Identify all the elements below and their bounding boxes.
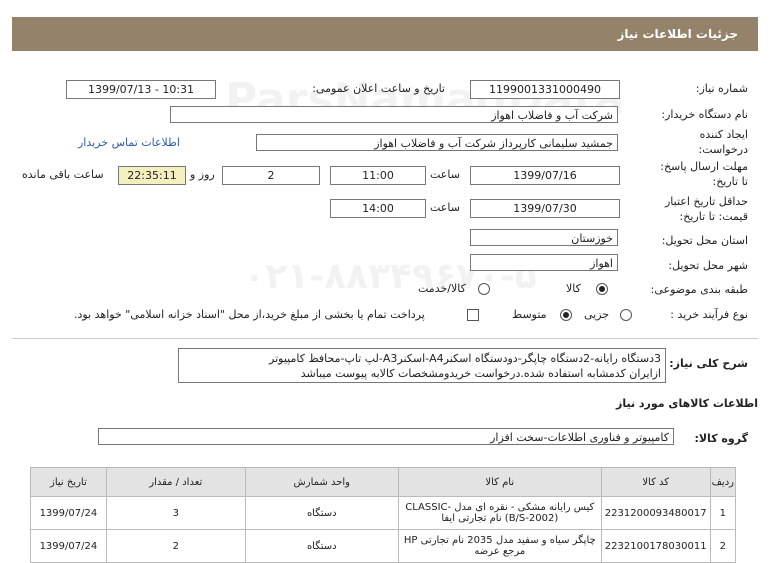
row-date: 1399/07/24 [30,529,107,563]
row-qty: 3 [105,496,246,530]
category-goods-service-label: کالا/خدمت [418,282,466,295]
goods-table-header: ردیف کد کالا نام کالا واحد شمارش تعداد /… [30,467,737,497]
remaining-label: ساعت باقی مانده [22,168,104,181]
treasury-payment-note: پرداخت تمام یا بخشی از مبلغ خرید،از محل … [74,308,425,321]
validity-time-field: 14:00 [330,199,426,218]
category-goods-service-radio[interactable] [478,283,490,295]
province-field: خوزستان [470,229,618,246]
row-date: 1399/07/24 [30,496,107,530]
deadline-date-field: 1399/07/16 [470,166,620,185]
description-label: شرح کلی نیاز: [669,357,748,370]
table-row: 1 2231200093480017 کیس رایانه مشکی - نقر… [30,496,737,530]
process-label: نوع فرآیند خرید : [670,308,748,321]
need-number-label: شماره نیاز: [695,82,748,95]
city-field: اهواز [470,254,618,271]
treasury-payment-checkbox[interactable] [467,309,479,321]
creator-field: جمشید سلیمانی کارپرداز شرکت آب و فاضلاب … [256,134,618,151]
buyer-contact-link[interactable]: اطلاعات تماس خریدار [78,136,180,149]
col-index: ردیف [709,467,737,497]
table-row: 2 2232100178030011 چاپگر سیاه و سفید مدل… [30,529,737,563]
goods-group-label: گروه کالا: [694,432,748,445]
description-box: 3دستگاه رایانه-2دستگاه چاپگر-دودستگاه اس… [178,348,666,383]
process-medium-label: متوسط [512,308,547,321]
goods-section-title: اطلاعات کالاهای مورد نیاز [616,397,758,410]
category-label: طبقه بندی موضوعی: [650,283,748,296]
days-remaining-field: 2 [222,166,320,185]
row-unit: دستگاه [244,496,399,530]
announce-datetime-label: تاریخ و ساعت اعلان عمومی: [312,82,445,95]
need-details-page: ParsNamadData ۰۲۱-۸۸۳۴۹۶۷۰-۵ جزئیات اطلا… [0,0,770,563]
announce-datetime-field: 1399/07/13 - 10:31 [66,80,216,99]
deadline-time-label: ساعت [430,168,460,181]
validity-label-line1: حداقل تاریخ اعتبار [664,195,748,208]
process-minor-radio[interactable] [620,309,632,321]
goods-table: ردیف کد کالا نام کالا واحد شمارش تعداد /… [30,467,737,563]
row-index: 2 [709,529,737,563]
category-goods-label: کالا [566,282,581,295]
description-line1: 3دستگاه رایانه-2دستگاه چاپگر-دودستگاه اس… [269,352,661,365]
row-index: 1 [709,496,737,530]
creator-label-line2: درخواست: [698,143,748,156]
days-label: روز و [190,168,215,181]
col-code: کد کالا [600,467,711,497]
category-goods-radio[interactable] [596,283,608,295]
col-date: تاریخ نیاز [30,467,107,497]
row-qty: 2 [105,529,246,563]
col-name: نام کالا [397,467,602,497]
divider [12,338,758,339]
page-title: جزئیات اطلاعات نیاز [617,27,738,41]
row-name: کیس رایانه مشکی - نقره ای مدل CLASSIC-(B… [397,496,602,530]
row-code: 2231200093480017 [600,496,711,530]
row-code: 2232100178030011 [600,529,711,563]
creator-label-line1: ایجاد کننده [699,128,748,141]
row-name: چاپگر سیاه و سفید مدل 2035 نام تجارتی HP… [397,529,602,563]
buyer-org-label: نام دستگاه خریدار: [661,108,748,121]
city-label: شهر محل تحویل: [668,259,748,272]
validity-time-label: ساعت [430,201,460,214]
deadline-label-line2: تا تاریخ: [712,175,748,188]
description-line2: ازایران کدمشابه استفاده شده.درخواست خرید… [300,367,661,380]
validity-date-field: 1399/07/30 [470,199,620,218]
need-number-field: 1199001331000490 [470,80,620,99]
buyer-org-field: شرکت آب و فاضلاب اهواز [170,106,618,123]
remaining-time-field: 22:35:11 [118,166,186,185]
goods-group-field: کامپیوتر و فناوری اطلاعات-سخت افزار [98,428,674,445]
row-unit: دستگاه [244,529,399,563]
col-unit: واحد شمارش [244,467,399,497]
col-qty: تعداد / مقدار [105,467,246,497]
deadline-label-line1: مهلت ارسال پاسخ: [660,160,748,173]
province-label: استان محل تحویل: [661,234,748,247]
process-medium-radio[interactable] [560,309,572,321]
process-minor-label: جزیی [584,308,610,321]
validity-label-line2: قیمت: تا تاریخ: [679,210,748,223]
deadline-time-field: 11:00 [330,166,426,185]
page-title-bar: جزئیات اطلاعات نیاز [12,17,758,51]
